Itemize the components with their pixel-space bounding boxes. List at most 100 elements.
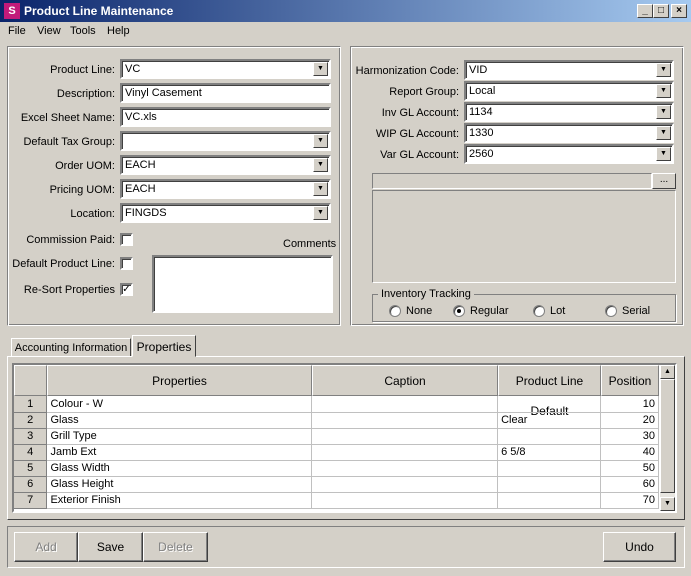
default-tax-select[interactable]: ▼ bbox=[120, 131, 331, 151]
wip-gl-select[interactable]: 1330 ▼ bbox=[464, 123, 674, 143]
header-position[interactable]: Position bbox=[601, 365, 659, 396]
radio-lot[interactable] bbox=[533, 305, 545, 317]
grid-body: 1 Colour - W 10 2 Glass Clear 20 3 Grill Type 3… bbox=[14, 396, 659, 509]
scroll-down-icon[interactable]: ▼ bbox=[660, 497, 675, 511]
cell-position[interactable]: 40 bbox=[600, 444, 659, 461]
order-uom-value: EACH bbox=[125, 159, 156, 171]
browse-button[interactable]: ... bbox=[652, 173, 676, 189]
radio-serial[interactable] bbox=[605, 305, 617, 317]
cell-position[interactable]: 30 bbox=[600, 428, 659, 445]
cell-caption[interactable] bbox=[311, 460, 499, 477]
save-button[interactable]: Save bbox=[78, 532, 143, 562]
cell-property[interactable]: Exterior Finish bbox=[46, 492, 313, 509]
close-button[interactable]: × bbox=[671, 4, 687, 18]
cell-property[interactable]: Jamb Ext bbox=[46, 444, 313, 461]
undo-button[interactable]: Undo bbox=[603, 532, 676, 562]
add-button[interactable]: Add bbox=[14, 532, 78, 562]
chevron-down-icon[interactable]: ▼ bbox=[656, 147, 671, 161]
preview-area bbox=[372, 190, 676, 283]
radio-regular-label: Regular bbox=[470, 305, 509, 317]
harmonization-select[interactable]: VID ▼ bbox=[464, 60, 674, 80]
cell-property[interactable]: Glass Width bbox=[46, 460, 313, 477]
table-row[interactable]: 5 Glass Width 50 bbox=[14, 460, 659, 477]
table-row[interactable]: 4 Jamb Ext 6 5/8 40 bbox=[14, 444, 659, 461]
radio-none[interactable] bbox=[389, 305, 401, 317]
resort-properties-label: Re-Sort Properties bbox=[23, 284, 115, 296]
cell-position[interactable]: 10 bbox=[600, 396, 659, 413]
cell-caption[interactable] bbox=[311, 412, 499, 429]
header-caption[interactable]: Caption bbox=[312, 365, 498, 396]
chevron-down-icon[interactable]: ▼ bbox=[656, 63, 671, 77]
chevron-down-icon[interactable]: ▼ bbox=[313, 182, 328, 196]
cell-property[interactable]: Glass bbox=[46, 412, 313, 429]
row-number: 2 bbox=[14, 412, 48, 429]
cell-position[interactable]: 60 bbox=[600, 476, 659, 493]
cell-default[interactable] bbox=[497, 396, 601, 413]
cell-caption[interactable] bbox=[311, 396, 499, 413]
description-field[interactable]: Vinyl Casement bbox=[120, 83, 331, 103]
header-properties[interactable]: Properties bbox=[47, 365, 312, 396]
menu-help[interactable]: Help bbox=[107, 25, 130, 37]
cell-default[interactable]: Clear bbox=[497, 412, 601, 429]
var-gl-value: 2560 bbox=[469, 148, 494, 160]
inv-gl-label: Inv GL Account: bbox=[381, 107, 459, 119]
report-group-select[interactable]: Local ▼ bbox=[464, 81, 674, 101]
cell-caption[interactable] bbox=[311, 428, 499, 445]
cell-caption[interactable] bbox=[311, 444, 499, 461]
product-line-select[interactable]: VC ▼ bbox=[120, 59, 331, 79]
default-product-line-label: Default Product Line: bbox=[12, 258, 115, 270]
chevron-down-icon[interactable]: ▼ bbox=[656, 126, 671, 140]
table-row[interactable]: 1 Colour - W 10 bbox=[14, 396, 659, 413]
var-gl-select[interactable]: 2560 ▼ bbox=[464, 144, 674, 164]
cell-default[interactable] bbox=[497, 460, 601, 477]
location-select[interactable]: FINGDS ▼ bbox=[120, 203, 331, 223]
chevron-down-icon[interactable]: ▼ bbox=[313, 206, 328, 220]
pricing-uom-select[interactable]: EACH ▼ bbox=[120, 179, 331, 199]
chevron-down-icon[interactable]: ▼ bbox=[313, 134, 328, 148]
cell-default[interactable] bbox=[497, 492, 601, 509]
commission-paid-checkbox[interactable] bbox=[120, 233, 133, 246]
resort-properties-checkbox[interactable]: ✓ bbox=[120, 283, 133, 296]
menu-file[interactable]: File bbox=[8, 25, 26, 37]
cell-caption[interactable] bbox=[311, 476, 499, 493]
comments-textarea[interactable] bbox=[152, 255, 333, 313]
menu-bar: File View Tools Help bbox=[0, 22, 691, 40]
excel-sheet-field[interactable]: VC.xls bbox=[120, 107, 331, 127]
default-product-line-checkbox[interactable] bbox=[120, 257, 133, 270]
maximize-button[interactable]: □ bbox=[653, 4, 669, 18]
chevron-down-icon[interactable]: ▼ bbox=[656, 84, 671, 98]
cell-default[interactable]: 6 5/8 bbox=[497, 444, 601, 461]
cell-property[interactable]: Colour - W bbox=[46, 396, 313, 413]
location-label: Location: bbox=[70, 208, 115, 220]
scrollbar-thumb[interactable] bbox=[660, 379, 675, 493]
table-row[interactable]: 3 Grill Type 30 bbox=[14, 428, 659, 445]
chevron-down-icon[interactable]: ▼ bbox=[313, 62, 328, 76]
row-number: 7 bbox=[14, 492, 48, 509]
cell-default[interactable] bbox=[497, 476, 601, 493]
header-product-line-default[interactable]: Product Line Default bbox=[498, 365, 601, 418]
order-uom-select[interactable]: EACH ▼ bbox=[120, 155, 331, 175]
cell-position[interactable]: 20 bbox=[600, 412, 659, 429]
table-row[interactable]: 6 Glass Height 60 bbox=[14, 476, 659, 493]
cell-default[interactable] bbox=[497, 428, 601, 445]
tab-properties[interactable]: Properties bbox=[132, 335, 196, 357]
menu-view[interactable]: View bbox=[37, 25, 61, 37]
chevron-down-icon[interactable]: ▼ bbox=[313, 158, 328, 172]
menu-tools[interactable]: Tools bbox=[70, 25, 96, 37]
minimize-button[interactable]: _ bbox=[637, 4, 653, 18]
radio-regular[interactable] bbox=[453, 305, 465, 317]
chevron-down-icon[interactable]: ▼ bbox=[656, 105, 671, 119]
window-title: Product Line Maintenance bbox=[24, 4, 174, 18]
cell-property[interactable]: Grill Type bbox=[46, 428, 313, 445]
scroll-up-icon[interactable]: ▲ bbox=[660, 365, 675, 379]
delete-button[interactable]: Delete bbox=[143, 532, 208, 562]
inv-gl-select[interactable]: 1134 ▼ bbox=[464, 102, 674, 122]
cell-position[interactable]: 70 bbox=[600, 492, 659, 509]
table-row[interactable]: 7 Exterior Finish 70 bbox=[14, 492, 659, 509]
tab-accounting-information[interactable]: Accounting Information bbox=[11, 338, 131, 357]
product-line-value: VC bbox=[125, 63, 141, 75]
table-row[interactable]: 2 Glass Clear 20 bbox=[14, 412, 659, 429]
cell-caption[interactable] bbox=[311, 492, 499, 509]
cell-position[interactable]: 50 bbox=[600, 460, 659, 477]
cell-property[interactable]: Glass Height bbox=[46, 476, 313, 493]
